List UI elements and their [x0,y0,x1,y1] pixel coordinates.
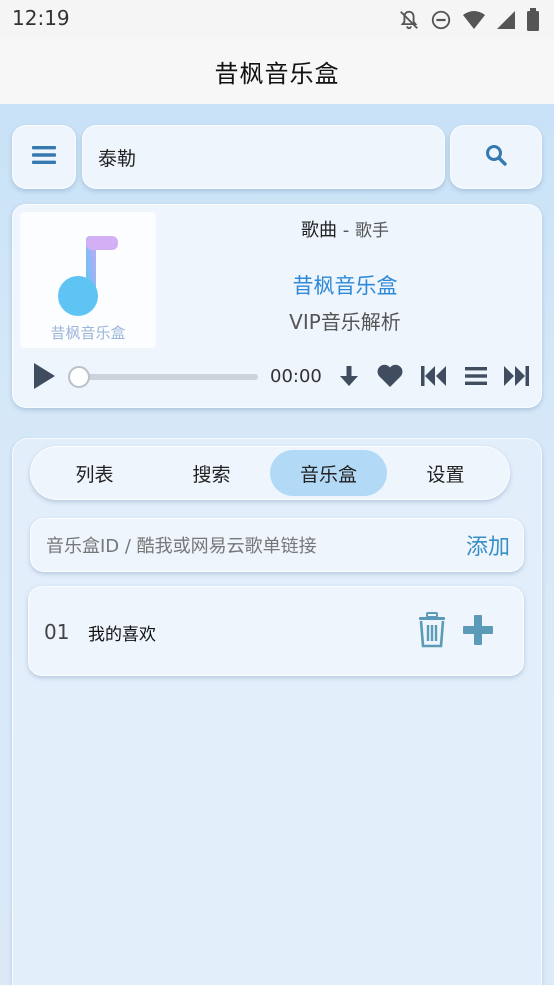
main-area: 昔枫音乐盒 歌曲 - 歌手 昔枫音乐盒 VIP音乐解析 00:00 [0,104,554,985]
tab-search[interactable]: 搜索 [153,450,270,496]
player-controls: 00:00 [12,354,542,398]
plus-icon[interactable] [462,614,494,650]
current-time: 00:00 [270,366,322,387]
progress-slider[interactable] [68,366,258,388]
search-button[interactable] [450,125,542,189]
album-cover: 昔枫音乐盒 [20,212,156,348]
app-title-bar: 昔枫音乐盒 [0,38,554,104]
search-box[interactable] [82,125,445,189]
notifications-off-icon [398,9,420,31]
next-track-icon[interactable] [502,364,530,392]
add-musicbox-row: 音乐盒ID / 酷我或网易云歌单链接 添加 [30,518,524,572]
song-info: 歌曲 - 歌手 [168,216,522,242]
playlist-item[interactable]: 01 我的喜欢 [28,586,524,676]
tab-list[interactable]: 列表 [36,450,153,496]
trash-icon[interactable] [416,612,448,652]
menu-button[interactable] [12,125,76,189]
wifi-icon [462,9,486,31]
song-title: 歌曲 [301,220,338,241]
previous-track-icon[interactable] [420,364,448,392]
app-title: 昔枫音乐盒 [214,59,340,88]
player-card: 昔枫音乐盒 歌曲 - 歌手 昔枫音乐盒 VIP音乐解析 00:00 [12,204,542,408]
music-note-icon [54,230,124,324]
menu-icon [31,144,57,170]
song-separator: - [337,220,355,241]
musicbox-link-input[interactable]: 音乐盒ID / 酷我或网易云歌单链接 [46,532,466,558]
album-line-2: VIP音乐解析 [289,310,401,334]
playlist-menu-icon[interactable] [464,364,488,392]
playlist-index: 01 [44,620,70,644]
play-icon[interactable] [32,362,56,394]
status-bar: 12:19 [0,0,554,38]
playlist-name: 我的喜欢 [88,625,156,645]
cover-label: 昔枫音乐盒 [50,324,126,342]
tab-settings[interactable]: 设置 [387,450,504,496]
signal-icon [496,9,516,31]
tab-musicbox[interactable]: 音乐盒 [270,450,387,496]
tab-bar: 列表 搜索 音乐盒 设置 [30,446,510,500]
status-time: 12:19 [12,6,70,30]
search-icon [484,143,508,171]
favorite-heart-icon[interactable] [376,364,404,392]
search-input[interactable] [98,146,445,168]
download-icon[interactable] [338,364,360,392]
status-icons [398,8,540,32]
add-button[interactable]: 添加 [466,529,510,561]
battery-icon [526,8,540,32]
album-line-1: 昔枫音乐盒 [292,274,398,298]
singer-name: 歌手 [354,221,389,241]
do-not-disturb-icon [430,9,452,31]
progress-knob[interactable] [68,366,90,388]
